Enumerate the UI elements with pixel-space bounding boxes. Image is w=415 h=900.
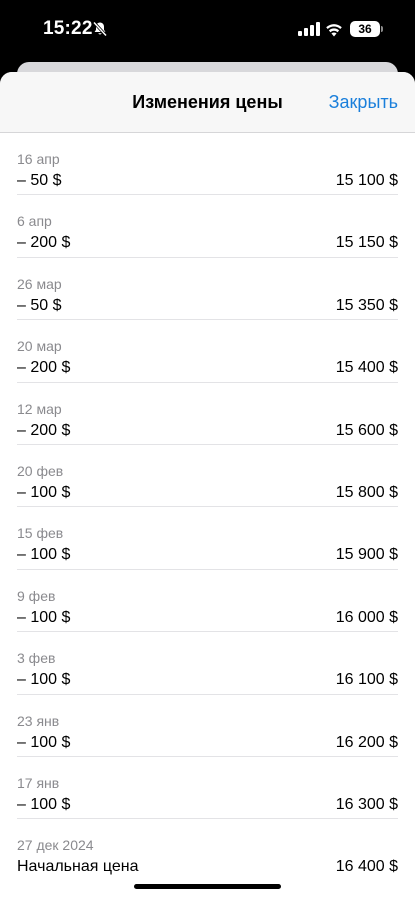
battery-tip xyxy=(381,26,383,32)
change-amount: – 50 $ xyxy=(17,296,62,314)
change-amount: – 200 $ xyxy=(17,421,71,439)
change-date: 23 янв xyxy=(17,712,60,729)
resulting-price: 15 350 $ xyxy=(335,296,398,314)
list-item: 6 апр – 200 $ 15 150 $ xyxy=(0,195,415,258)
cellular-signal-icon xyxy=(298,22,320,36)
resulting-price: 16 100 $ xyxy=(335,671,398,689)
change-date: 17 янв xyxy=(17,774,60,791)
resulting-price: 15 800 $ xyxy=(335,483,398,501)
battery-icon: 36 xyxy=(350,21,380,37)
resulting-price: 15 400 $ xyxy=(335,359,398,377)
change-date: 27 дек 2024 xyxy=(17,837,94,854)
resulting-price: 16 400 $ xyxy=(335,858,398,876)
change-date: 3 фев xyxy=(17,650,56,667)
home-indicator[interactable] xyxy=(134,884,281,889)
list-item: 27 дек 2024 Начальная цена 16 400 $ xyxy=(0,819,415,881)
status-bar: 15:22 36 xyxy=(0,0,415,62)
change-date: 20 фев xyxy=(17,462,64,479)
price-changes-list: 16 апр – 50 $ 15 100 $ 6 апр – 200 $ 15 150 $… xyxy=(0,133,415,882)
resulting-price: 15 100 $ xyxy=(335,172,398,189)
list-item: 3 фев – 100 $ 16 100 $ xyxy=(0,632,415,695)
list-item: 20 мар – 200 $ 15 400 $ xyxy=(0,320,415,383)
change-amount: – 100 $ xyxy=(17,795,71,813)
resulting-price: 16 300 $ xyxy=(335,795,398,813)
change-date: 26 мар xyxy=(17,275,62,292)
status-time: 15:22 xyxy=(43,18,93,39)
list-item: 26 мар – 50 $ 15 350 $ xyxy=(0,258,415,321)
wifi-icon xyxy=(326,24,342,37)
change-date: 20 мар xyxy=(17,338,62,355)
change-amount: – 50 $ xyxy=(17,172,62,189)
change-date: 15 фев xyxy=(17,525,64,542)
change-date: 16 апр xyxy=(17,151,60,167)
list-item: 20 фев – 100 $ 15 800 $ xyxy=(0,445,415,508)
change-amount: – 200 $ xyxy=(17,359,71,377)
list-item: 23 янв – 100 $ 16 200 $ xyxy=(0,695,415,757)
list-item: 17 янв – 100 $ 16 300 $ xyxy=(0,757,415,820)
resulting-price: 16 000 $ xyxy=(335,608,398,626)
change-date: 9 фев xyxy=(17,587,56,604)
list-item: 15 фев – 100 $ 15 900 $ xyxy=(0,507,415,570)
close-button[interactable]: Закрыть xyxy=(329,92,398,113)
change-date: 6 апр xyxy=(17,213,52,230)
change-amount: – 200 $ xyxy=(17,234,71,252)
change-amount: – 100 $ xyxy=(17,671,71,689)
price-changes-sheet: Изменения цены Закрыть 16 апр – 50 $ 15 10… xyxy=(0,72,415,900)
change-amount: Начальная цена xyxy=(17,858,139,876)
list-item: 12 мар – 200 $ 15 600 $ xyxy=(0,383,415,445)
change-amount: – 100 $ xyxy=(17,546,71,564)
change-amount: – 100 $ xyxy=(17,483,71,501)
navigation-bar: Изменения цены Закрыть xyxy=(0,72,415,133)
resulting-price: 16 200 $ xyxy=(335,733,398,751)
change-date: 12 мар xyxy=(17,400,62,417)
list-item: 16 апр – 50 $ 15 100 $ xyxy=(0,133,415,196)
bell-slash-icon xyxy=(92,21,108,37)
resulting-price: 15 600 $ xyxy=(335,421,398,439)
change-amount: – 100 $ xyxy=(17,733,71,751)
resulting-price: 15 900 $ xyxy=(335,546,398,564)
resulting-price: 15 150 $ xyxy=(335,234,398,252)
list-item: 9 фев – 100 $ 16 000 $ xyxy=(0,570,415,633)
change-amount: – 100 $ xyxy=(17,608,71,626)
